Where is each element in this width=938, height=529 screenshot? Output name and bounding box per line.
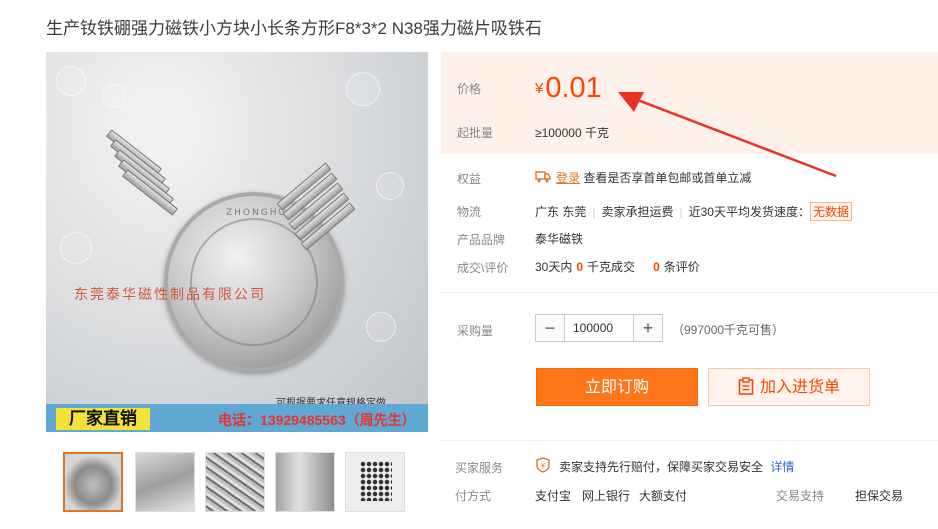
thumbnail-4[interactable]: [275, 452, 335, 512]
add-to-cart-label: 加入进货单: [759, 379, 840, 396]
trade-support-label: 交易支持: [776, 489, 825, 503]
review-text: 条评价: [663, 260, 700, 274]
service-row: 卖家支持先行赔付，保障买家交易安全 详情: [559, 458, 794, 475]
benefits-row: 登录 查看是否享首单包邮或首单立减: [556, 169, 751, 186]
svg-text:¥: ¥: [541, 462, 546, 470]
clipboard-icon: [738, 377, 754, 395]
deals-period: 30天内: [535, 260, 573, 274]
logistics-label: 物流: [457, 205, 482, 219]
sold-text: 千克成交: [587, 260, 636, 274]
freight-info: 卖家承担运费: [601, 205, 674, 219]
benefits-text: 查看是否享首单包邮或首单立减: [583, 171, 752, 185]
payment-method-2: 网上银行: [582, 489, 631, 503]
bubble-wrap-texture: [56, 66, 86, 96]
bubble-wrap-texture: [60, 232, 92, 264]
currency-symbol: ¥: [535, 80, 544, 97]
price-label: 价格: [457, 82, 482, 96]
quantity-stepper: − 100000 +: [535, 314, 663, 342]
increase-button[interactable]: +: [634, 315, 662, 341]
annotation-arrow-icon: [618, 92, 837, 178]
payment-method-1: 支付宝: [535, 489, 572, 503]
review-count: 0: [653, 260, 660, 274]
deals-row: 30天内 0 千克成交 0 条评价: [535, 258, 700, 275]
decrease-button[interactable]: −: [536, 315, 564, 341]
product-title: 生产钕铁硼强力磁铁小方块小长条方形F8*3*2 N38强力磁片吸铁石: [46, 19, 542, 38]
min-order-label: 起批量: [457, 126, 494, 140]
thumbnail-1[interactable]: [63, 452, 123, 512]
login-link[interactable]: 登录: [556, 171, 580, 185]
price-number: 0.01: [545, 72, 602, 104]
payment-label: 付方式: [455, 489, 492, 503]
section-divider: [441, 440, 938, 441]
bubble-wrap-texture: [366, 312, 396, 342]
brand-label: 产品品牌: [457, 233, 506, 247]
payment-method-3: 大额支付: [639, 489, 688, 503]
quantity-input[interactable]: 100000: [564, 315, 634, 341]
thumbnail-5[interactable]: [345, 452, 405, 512]
magnet-grid-graphic: [360, 461, 392, 501]
thumbnail-strip: [63, 452, 423, 512]
thumbnail-2[interactable]: [135, 452, 195, 512]
bubble-wrap-texture: [376, 172, 404, 200]
add-to-cart-button[interactable]: 加入进货单: [708, 368, 870, 406]
separator: |: [679, 205, 683, 219]
ship-speed-label: 近30天平均发货速度：: [688, 205, 810, 219]
service-details-link[interactable]: 详情: [770, 460, 794, 474]
banner-label: 厂家直销: [56, 408, 150, 430]
order-now-button[interactable]: 立即订购: [536, 368, 698, 406]
ship-speed-badge: 无数据: [809, 202, 852, 221]
section-divider: [441, 292, 938, 293]
truck-icon: [535, 171, 551, 183]
shield-icon: ¥: [536, 457, 550, 473]
image-watermark: 东莞泰华磁性制品有限公司: [74, 287, 266, 303]
min-order-value: ≥100000 千克: [535, 126, 609, 140]
service-label: 买家服务: [455, 461, 504, 475]
ship-location: 广东 东莞: [535, 205, 587, 219]
brand-value: 泰华磁铁: [535, 232, 584, 246]
bubble-wrap-texture: [102, 84, 126, 108]
benefits-label: 权益: [457, 172, 482, 186]
service-text: 卖家支持先行赔付，保障买家交易安全: [559, 460, 764, 474]
quantity-label: 采购量: [457, 324, 494, 338]
main-product-image[interactable]: ZHONGHUA 东莞泰华磁性制品有限公司 可根据要求任意规格定做 厂家直销 电…: [46, 52, 428, 432]
thumbnail-3[interactable]: [205, 452, 265, 512]
price-value: ¥0.01: [535, 72, 602, 105]
sold-count: 0: [576, 260, 584, 274]
bubble-wrap-texture: [346, 72, 380, 106]
banner-phone: 电话：13929485563（周先生）: [218, 412, 416, 428]
trade-support-value: 担保交易: [855, 489, 904, 503]
separator: |: [592, 205, 596, 219]
logistics-row: 广东 东莞 | 卖家承担运费 | 近30天平均发货速度： 无数据: [535, 202, 852, 221]
deals-label: 成交\评价: [457, 261, 509, 275]
available-stock: （997000千克可售）: [672, 323, 785, 337]
